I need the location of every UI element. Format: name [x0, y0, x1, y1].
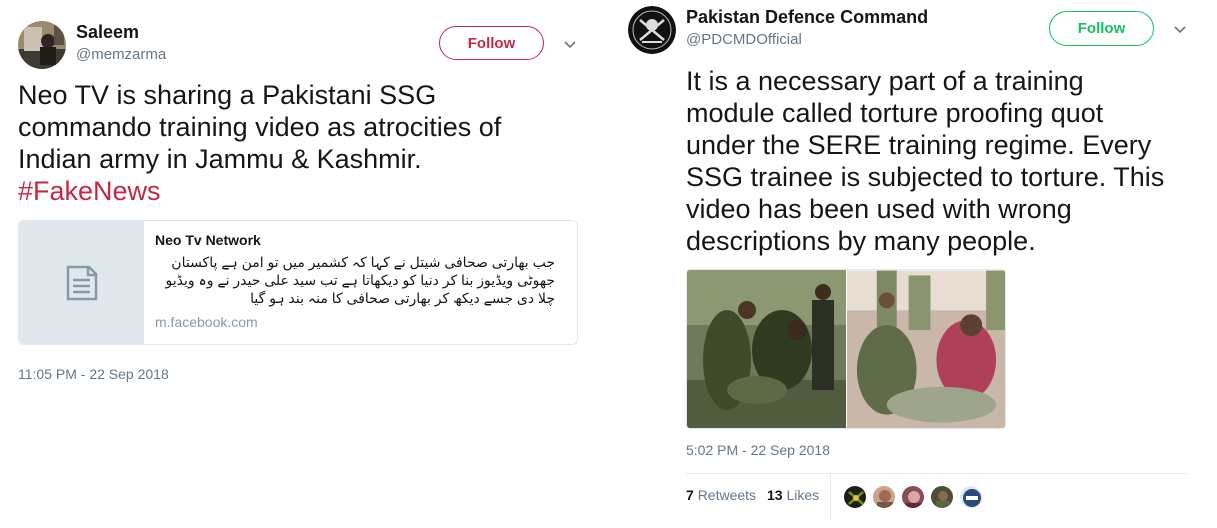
- tweet-text-line: descriptions by many people.: [686, 226, 1036, 256]
- retweets-stat[interactable]: 7 Retweets: [686, 487, 756, 503]
- training-photo-right[interactable]: [847, 270, 1006, 429]
- tweet-media[interactable]: [686, 269, 1006, 429]
- divider: [686, 473, 1188, 474]
- chevron-down-icon[interactable]: [1172, 21, 1188, 37]
- tweet-text: It is a necessary part of a training mod…: [686, 65, 1206, 257]
- author-name[interactable]: Pakistan Defence Command: [686, 7, 928, 28]
- tweet-timestamp[interactable]: 5:02 PM - 22 Sep 2018: [686, 442, 830, 458]
- likes-label: Likes: [786, 487, 820, 503]
- follow-button[interactable]: Follow: [1049, 11, 1154, 46]
- training-photo-left[interactable]: [687, 270, 846, 429]
- likes-count: 13: [767, 487, 783, 503]
- tweet-text-line: video has been used with wrong: [686, 194, 1072, 224]
- liker-avatar[interactable]: [959, 485, 983, 509]
- stats-separator: [830, 474, 831, 520]
- retweets-count: 7: [686, 487, 694, 503]
- liker-avatar[interactable]: [872, 485, 896, 509]
- tweet-text-line: module called torture proofing quot: [686, 98, 1104, 128]
- tweet-text-line: SSG trainee is subjected to torture. Thi…: [686, 162, 1165, 192]
- liker-avatar[interactable]: [930, 485, 954, 509]
- avatar[interactable]: [628, 6, 676, 54]
- liker-avatar[interactable]: [901, 485, 925, 509]
- liker-avatar[interactable]: [843, 485, 867, 509]
- author-handle[interactable]: @PDCMDOfficial: [686, 31, 802, 48]
- tweet-text-line: It is a necessary part of a training: [686, 66, 1084, 96]
- likes-stat[interactable]: 13 Likes: [767, 487, 819, 503]
- retweets-label: Retweets: [697, 487, 757, 503]
- tweet-text-line: under the SERE training regime. Every: [686, 130, 1152, 160]
- tweet-pdcmd: Pakistan Defence Command @PDCMDOfficial …: [0, 0, 1217, 528]
